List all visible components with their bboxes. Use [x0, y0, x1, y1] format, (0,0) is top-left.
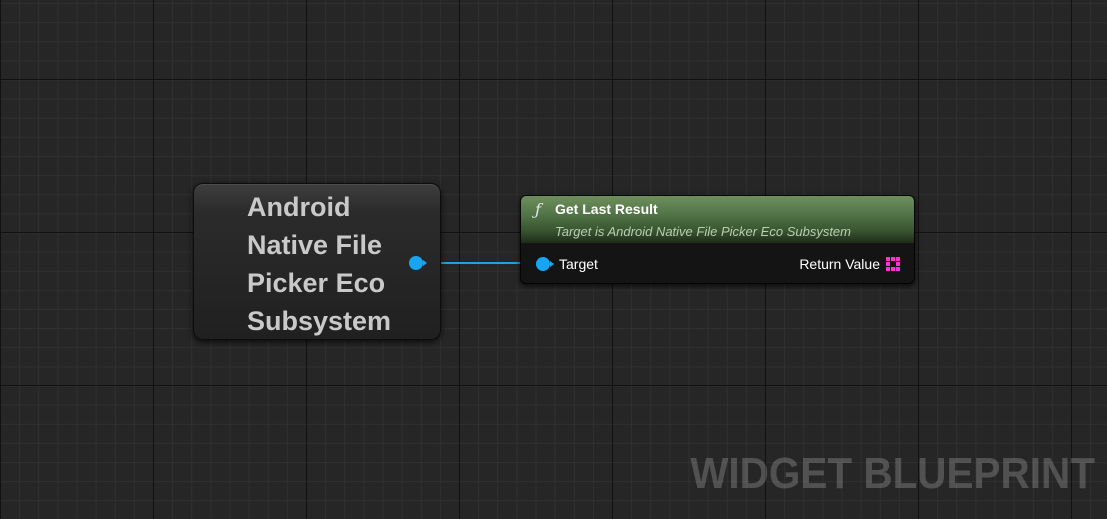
subsystem-output-pin[interactable]	[409, 256, 423, 270]
function-icon: ƒ	[535, 200, 541, 219]
subsystem-output-pin-arrow-icon	[423, 260, 427, 266]
return-value-pin-label: Return Value	[799, 256, 880, 272]
target-input-pin-arrow-icon	[550, 261, 554, 267]
target-input-pin[interactable]	[536, 257, 550, 271]
function-node-subtitle: Target is Android Native File Picker Eco…	[555, 224, 851, 239]
subsystem-reference-node[interactable]: Android Native File Picker Eco Subsystem	[193, 183, 441, 340]
blueprint-graph-canvas[interactable]: Android Native File Picker Eco Subsystem…	[0, 0, 1107, 519]
subsystem-node-title: Android Native File Picker Eco Subsystem	[247, 192, 392, 336]
get-last-result-node[interactable]: ƒ Get Last Result Target is Android Nati…	[520, 195, 915, 284]
return-value-struct-pin[interactable]	[886, 257, 900, 271]
target-pin-label: Target	[559, 256, 598, 272]
function-node-header[interactable]: ƒ Get Last Result Target is Android Nati…	[521, 196, 914, 243]
function-node-title: Get Last Result	[555, 201, 658, 217]
widget-blueprint-watermark: WIDGET BLUEPRINT	[690, 449, 1095, 498]
